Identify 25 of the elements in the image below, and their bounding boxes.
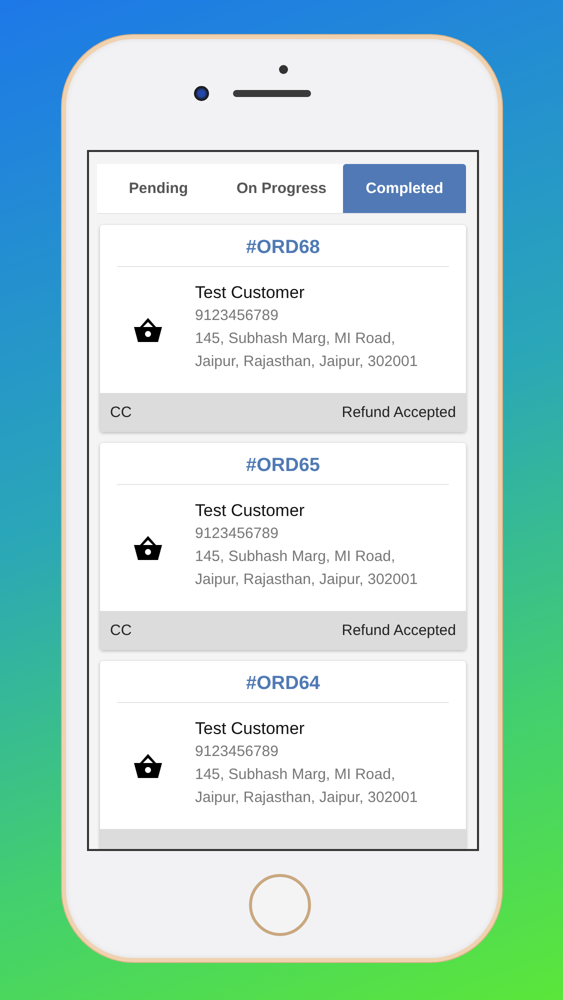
phone-number: 9123456789	[195, 742, 280, 762]
phone-number: 9123456789	[195, 306, 280, 326]
order-card[interactable]: #ORD64 Test Customer 9123456789 145, Subhash Marg, MI Road, Jaipur, Rajasthan, Jaipur, 302001	[100, 661, 466, 849]
front-camera	[194, 86, 208, 101]
address: 145, Subhash Marg, MI Road, Jaipur, Rajasthan, Jaipur, 302001	[195, 328, 419, 372]
address: 145, Subhash Marg, MI Road, Jaipur, Rajasthan, Jaipur, 302001	[195, 764, 419, 808]
tab[interactable]: Completed	[343, 164, 466, 213]
order-status: Refund Accepted	[342, 622, 456, 639]
address: 145, Subhash Marg, MI Road, Jaipur, Rajasthan, Jaipur, 302001	[195, 546, 419, 590]
order-id: #ORD68	[245, 236, 321, 260]
basket-icon	[132, 535, 162, 561]
sensor-dot	[278, 65, 288, 74]
order-id: #ORD65	[245, 454, 321, 478]
customer-name: Test Customer	[195, 282, 306, 304]
payment-method: CC	[110, 622, 132, 639]
order-id: #ORD64	[245, 672, 321, 696]
payment-method: CC	[110, 404, 132, 421]
order-card[interactable]: #ORD65 Test Customer 9123456789 145, Subhash Marg, MI Road, Jaipur, Rajasthan, Jaipur, 302001 CC Refund Accepted	[100, 443, 466, 650]
phone-number: 9123456789	[195, 524, 280, 544]
basket-icon	[132, 753, 162, 779]
basket-icon	[132, 317, 162, 343]
order-card[interactable]: #ORD68 Test Customer 9123456789 145, Subhash Marg, MI Road, Jaipur, Rajasthan, Jaipur, 302001 CC Refund Accepted	[100, 225, 466, 432]
customer-name: Test Customer	[195, 718, 306, 740]
customer-name: Test Customer	[195, 500, 306, 522]
order-status: Refund Accepted	[342, 404, 456, 421]
